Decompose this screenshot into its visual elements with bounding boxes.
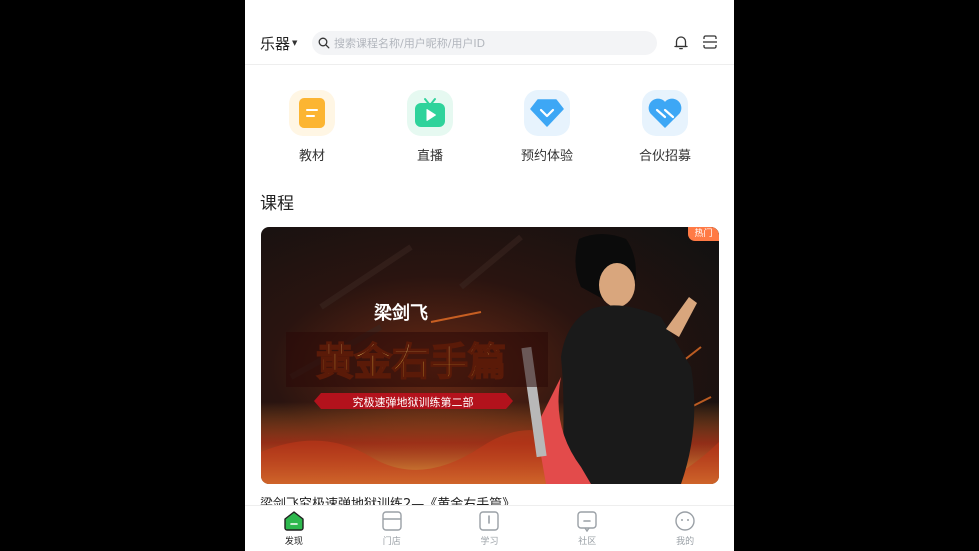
tab-label: 学习	[480, 537, 499, 547]
tab-profile[interactable]: 我的	[636, 506, 734, 551]
app-screen: 乐器 ▼ 搜索课程名称/用户昵称/用户ID 教材 直播 预约体验 合伙招募 课程…	[245, 0, 734, 551]
tab-community[interactable]: 社区	[538, 506, 636, 551]
bottom-tab-bar: 发现 门店 学习 社区 我的	[245, 505, 734, 551]
section-title: 课程	[260, 194, 294, 214]
community-icon	[577, 511, 597, 532]
hot-badge: 热门	[688, 227, 719, 241]
top-header: 乐器 ▼	[245, 0, 734, 65]
quick-item-label: 直播	[416, 149, 443, 164]
quick-menu: 教材 直播 预约体验 合伙招募	[245, 90, 734, 165]
search-bar[interactable]	[312, 31, 657, 55]
book-icon	[289, 90, 335, 136]
tab-label: 社区	[578, 537, 597, 547]
banner-name: 梁剑飞	[373, 302, 428, 324]
tab-discover[interactable]: 发现	[245, 506, 343, 551]
quick-item-textbook[interactable]: 教材	[267, 90, 357, 164]
store-icon	[381, 511, 402, 531]
study-icon	[479, 511, 500, 531]
course-banner-image: 梁剑飞 黄金右手篇 究极速弹地狱训练第二部	[261, 227, 719, 484]
profile-icon	[675, 511, 695, 531]
tab-label: 门店	[382, 537, 401, 547]
quick-item-label: 预约体验	[520, 149, 573, 164]
banner-subtitle: 究极速弹地狱训练第二部	[353, 395, 474, 409]
category-label: 乐器	[260, 34, 291, 53]
quick-item-partner-recruit[interactable]: 合伙招募	[620, 90, 710, 164]
tab-label: 发现	[284, 537, 303, 547]
quick-item-live[interactable]: 直播	[385, 90, 475, 164]
home-icon	[284, 511, 304, 531]
heart-handshake-icon	[642, 90, 688, 136]
quick-item-trial-booking[interactable]: 预约体验	[502, 90, 592, 164]
course-card[interactable]: 梁剑飞 黄金右手篇 究极速弹地狱训练第二部 热门	[261, 227, 719, 484]
banner-title: 黄金右手篇	[316, 340, 506, 384]
diamond-icon	[524, 90, 570, 136]
scan-icon[interactable]	[702, 34, 718, 50]
tab-label: 我的	[676, 537, 695, 547]
quick-item-label: 合伙招募	[638, 149, 691, 164]
tv-play-icon	[407, 90, 453, 136]
quick-item-label: 教材	[298, 149, 325, 164]
caret-down-icon: ▼	[292, 39, 298, 47]
bell-icon[interactable]	[673, 34, 689, 50]
category-selector[interactable]: 乐器 ▼	[260, 33, 297, 53]
tab-study[interactable]: 学习	[441, 506, 539, 551]
tab-store[interactable]: 门店	[343, 506, 441, 551]
search-icon	[318, 37, 330, 49]
search-input[interactable]	[334, 36, 634, 50]
